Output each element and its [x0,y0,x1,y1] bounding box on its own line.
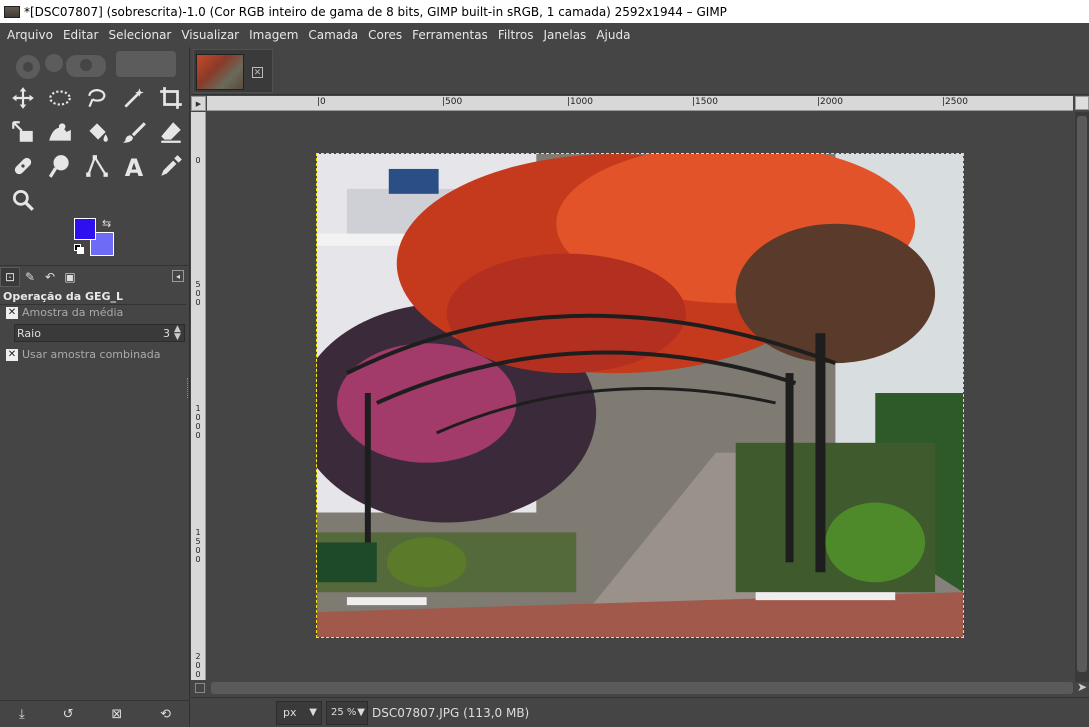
radius-value: 3 [163,326,170,340]
status-bar: px ▼ 25 % ▼ DSC07807.JPG (113,0 MB) [191,697,1089,727]
tool-options-title: Operação da GEG_L [3,290,124,303]
crop-tool-icon[interactable] [152,81,189,115]
unit-value: px [283,706,297,719]
device-status-tab-icon[interactable]: ✎ [20,267,40,287]
quick-mask-menu-icon[interactable]: ▶ [191,96,206,111]
vertical-scrollbar[interactable] [1075,112,1089,682]
menu-janelas[interactable]: Janelas [538,23,591,47]
bucket-fill-icon[interactable] [78,115,115,149]
ruler-label: 0 [195,156,201,165]
canvas-area: ▶ |0 |500 |1000 |1500 |2000 |2500 0 500 … [191,96,1089,696]
divider [0,304,186,305]
images-tab-icon[interactable]: ▣ [60,267,80,287]
zoom-value: 25 % [331,707,357,718]
zoom-image-icon[interactable] [1075,96,1089,110]
text-tool-icon[interactable]: A [115,149,152,183]
photo-bougainvillea-walkway [317,154,963,637]
ruler-label: |2000 [817,97,843,107]
sample-merged-checkbox[interactable]: ✕ Usar amostra combinada [6,348,161,361]
ruler-label: |0 [317,97,326,107]
menu-arquivo[interactable]: Arquivo [2,23,58,47]
panel-resize-handle[interactable] [187,378,190,398]
checkbox-mark-icon: ✕ [6,348,18,361]
checkbox-mark-icon: ✕ [6,306,18,319]
image-thumbnail [196,54,244,90]
menu-filtros[interactable]: Filtros [493,23,539,47]
menu-bar: Arquivo Editar Selecionar Visualizar Ima… [0,23,1089,47]
sample-merged-label: Usar amostra combinada [22,348,161,361]
chevron-down-icon: ▼ [309,707,317,718]
toolbox-panel: A ⇆ ⊡ ✎ ↶ ▣ ◂ Operação da GEG_L ✕ Amostr… [0,47,190,727]
sample-average-label: Amostra da média [22,306,124,319]
menu-ferramentas[interactable]: Ferramentas [407,23,493,47]
restore-preset-icon[interactable]: ↺ [63,707,74,722]
menu-ajuda[interactable]: Ajuda [591,23,635,47]
paintbrush-icon[interactable] [115,115,152,149]
ruler-label: 500 [195,280,201,307]
menu-visualizar[interactable]: Visualizar [176,23,244,47]
delete-preset-icon[interactable]: ⊠ [111,707,122,722]
menu-editar[interactable]: Editar [58,23,104,47]
foreground-color-swatch[interactable] [74,218,96,240]
ruler-label: |500 [442,97,463,107]
sample-average-checkbox[interactable]: ✕ Amostra da média [6,306,123,319]
tool-options-tab-icon[interactable]: ⊡ [0,266,20,287]
unified-transform-icon[interactable] [4,115,41,149]
move-tool-icon[interactable] [4,81,41,115]
navigate-icon[interactable]: ➤ [1077,680,1087,694]
scroll-thumb[interactable] [1077,116,1087,672]
image-tab[interactable]: ✕ [193,49,273,93]
unit-selector[interactable]: px ▼ [276,700,322,725]
ruler-label: 1500 [195,528,201,564]
horizontal-ruler[interactable]: |0 |500 |1000 |1500 |2000 |2500 [207,96,1073,111]
heal-tool-icon[interactable] [4,149,41,183]
window-title: *[DSC07807] (sobrescrita)-1.0 (Cor RGB i… [24,4,727,19]
fuzzy-select-wand-icon[interactable] [115,81,152,115]
spin-arrows-icon[interactable]: ▲ ▼ [174,325,184,342]
radius-spinbox[interactable]: Raio 3 ▲ ▼ [14,324,185,342]
ruler-label: 1000 [195,404,201,440]
menu-selecionar[interactable]: Selecionar [103,23,176,47]
zoom-selector[interactable]: 25 % ▼ [326,700,368,725]
file-info: DSC07807.JPG (113,0 MB) [372,705,530,720]
menu-cores[interactable]: Cores [363,23,407,47]
menu-imagem[interactable]: Imagem [244,23,303,47]
horizontal-scrollbar[interactable] [211,682,1073,694]
reset-colors-icon[interactable] [74,244,84,254]
quick-mask-toggle[interactable] [195,683,205,693]
ellipse-select-icon[interactable] [41,81,78,115]
zoom-tool-icon[interactable] [4,183,41,217]
smudge-tool-icon[interactable] [41,149,78,183]
color-picker-icon[interactable] [152,149,189,183]
tool-grid: A [4,81,184,217]
chevron-down-icon: ▼ [357,707,365,718]
gimp-app-icon [4,5,20,18]
ruler-label: |1500 [692,97,718,107]
ruler-label: |1000 [567,97,593,107]
undo-history-tab-icon[interactable]: ↶ [40,267,60,287]
ruler-label: |2500 [942,97,968,107]
radius-label: Raio [17,326,41,340]
color-selector: ⇆ [74,217,118,258]
vertical-ruler[interactable]: 0 500 1000 1500 2000 [191,112,206,680]
reset-options-icon[interactable]: ⟲ [160,707,171,722]
warp-transform-icon[interactable] [41,115,78,149]
dock-menu-icon[interactable]: ◂ [172,270,184,282]
wilber-drop-zone-icon[interactable] [6,49,178,79]
close-tab-icon[interactable]: ✕ [252,67,263,78]
free-select-lasso-icon[interactable] [78,81,115,115]
image-tab-bar: ✕ [191,47,1089,95]
eraser-icon[interactable] [152,115,189,149]
ruler-label: 2000 [195,652,201,680]
dock-tab-bar: ⊡ ✎ ↶ ▣ ◂ [0,265,190,287]
image-canvas[interactable] [316,153,964,638]
paths-tool-icon[interactable] [78,149,115,183]
svg-text:A: A [124,154,143,179]
window-titlebar: *[DSC07807] (sobrescrita)-1.0 (Cor RGB i… [0,0,1089,23]
swap-colors-icon[interactable]: ⇆ [102,217,111,230]
menu-camada[interactable]: Camada [303,23,363,47]
save-preset-icon[interactable]: ⤓ [19,707,25,722]
tool-options-buttons: ⤓ ↺ ⊠ ⟲ [0,700,190,727]
